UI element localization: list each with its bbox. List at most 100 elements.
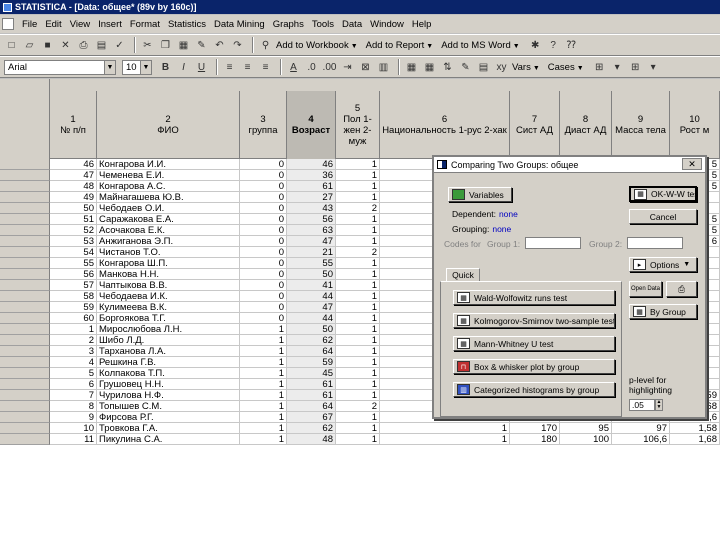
undo-icon[interactable]: ↶ bbox=[212, 38, 227, 53]
cell-row-number[interactable]: 9 bbox=[50, 412, 97, 423]
cell-row-number[interactable]: 59 bbox=[50, 302, 97, 313]
cell-group[interactable]: 1 bbox=[240, 379, 287, 390]
cell-fio[interactable]: Решкина Г.В. bbox=[97, 357, 240, 368]
cell-systolic[interactable]: 180 bbox=[510, 434, 560, 445]
cell-fio[interactable]: Кулимеева В.К. bbox=[97, 302, 240, 313]
row-header[interactable] bbox=[0, 379, 50, 390]
cell-fio[interactable]: Чебодаев О.И. bbox=[97, 203, 240, 214]
cell-group[interactable]: 0 bbox=[240, 313, 287, 324]
cell-fio[interactable]: Пикулина С.А. bbox=[97, 434, 240, 445]
cell-age[interactable]: 44 bbox=[287, 291, 336, 302]
cell-sex[interactable]: 1 bbox=[336, 423, 380, 434]
cell-sex[interactable]: 1 bbox=[336, 181, 380, 192]
menu-edit[interactable]: Edit bbox=[41, 19, 65, 30]
chevron-down-icon[interactable]: ▾ bbox=[610, 60, 625, 75]
cell-fio[interactable]: Анжиганова Э.П. bbox=[97, 236, 240, 247]
font-color-icon[interactable]: A bbox=[286, 60, 301, 75]
marker-icon[interactable]: ✎ bbox=[458, 60, 473, 75]
cell-row-number[interactable]: 47 bbox=[50, 170, 97, 181]
cell-group[interactable]: 1 bbox=[240, 390, 287, 401]
cell-fio[interactable]: Чистанов Т.О. bbox=[97, 247, 240, 258]
cell-group[interactable]: 1 bbox=[240, 412, 287, 423]
cell-sex[interactable]: 2 bbox=[336, 401, 380, 412]
variable-specs-icon[interactable]: ▥ bbox=[376, 60, 391, 75]
cell-fio[interactable]: Асочакова Е.К. bbox=[97, 225, 240, 236]
column-header-9[interactable]: 9 Масса тела bbox=[612, 91, 670, 159]
cell-age[interactable]: 36 bbox=[287, 170, 336, 181]
grid-icon[interactable]: ▦ bbox=[404, 60, 419, 75]
variables-button[interactable]: Variables bbox=[448, 187, 512, 202]
cell-height[interactable]: 1,68 bbox=[670, 434, 720, 445]
cell-age[interactable]: 55 bbox=[287, 258, 336, 269]
cell-age[interactable]: 64 bbox=[287, 401, 336, 412]
cell-age[interactable]: 62 bbox=[287, 335, 336, 346]
cell-group[interactable]: 0 bbox=[240, 280, 287, 291]
cell-group[interactable]: 1 bbox=[240, 346, 287, 357]
cell-group[interactable]: 1 bbox=[240, 401, 287, 412]
cell-sex[interactable]: 1 bbox=[336, 291, 380, 302]
row-header[interactable] bbox=[0, 423, 50, 434]
cell-row-number[interactable]: 10 bbox=[50, 423, 97, 434]
row-header[interactable] bbox=[0, 236, 50, 247]
format-painter-icon[interactable]: ✎ bbox=[194, 38, 209, 53]
document-icon[interactable] bbox=[2, 18, 14, 30]
cell-age[interactable]: 63 bbox=[287, 225, 336, 236]
underline-icon[interactable]: U bbox=[194, 60, 209, 75]
add-to-report-button[interactable]: Add to Report ▼ bbox=[366, 40, 434, 51]
column-header-2[interactable]: 2 ФИО bbox=[97, 91, 240, 159]
italic-icon[interactable]: I bbox=[176, 60, 191, 75]
menu-graphs[interactable]: Graphs bbox=[269, 19, 308, 30]
align-right-icon[interactable]: ≡ bbox=[258, 60, 273, 75]
cell-row-number[interactable]: 46 bbox=[50, 159, 97, 170]
cell-fio[interactable]: Чеменева Е.И. bbox=[97, 170, 240, 181]
column-header-8[interactable]: 8 Диаст АД bbox=[560, 91, 612, 159]
row-header[interactable] bbox=[0, 401, 50, 412]
context-help-icon[interactable]: ⁇ bbox=[564, 38, 579, 53]
select-all-icon[interactable]: ⊠ bbox=[358, 60, 373, 75]
row-header[interactable] bbox=[0, 192, 50, 203]
print-preview-icon[interactable]: ▤ bbox=[94, 38, 109, 53]
cell-nationality[interactable]: 1 bbox=[380, 423, 510, 434]
row-header[interactable] bbox=[0, 181, 50, 192]
cell-sex[interactable]: 1 bbox=[336, 225, 380, 236]
row-header[interactable] bbox=[0, 291, 50, 302]
cell-age[interactable]: 59 bbox=[287, 357, 336, 368]
shading-icon[interactable]: ⊞ bbox=[628, 60, 643, 75]
cell-fio[interactable]: Конгарова И.И. bbox=[97, 159, 240, 170]
cell-age[interactable]: 61 bbox=[287, 390, 336, 401]
cell-fio[interactable]: Саражакова Е.А. bbox=[97, 214, 240, 225]
cell-fio[interactable]: Шибо Л.Д. bbox=[97, 335, 240, 346]
column-header-6[interactable]: 6 Национальность 1-рус 2-хак bbox=[380, 91, 510, 159]
cell-age[interactable]: 27 bbox=[287, 192, 336, 203]
menu-help[interactable]: Help bbox=[408, 19, 436, 30]
row-header[interactable] bbox=[0, 247, 50, 258]
by-group-button[interactable]: ▦ By Group bbox=[629, 304, 697, 319]
cell-group[interactable]: 1 bbox=[240, 324, 287, 335]
cell-fio[interactable]: Боргоякова Т.Г. bbox=[97, 313, 240, 324]
cell-group[interactable]: 0 bbox=[240, 203, 287, 214]
close-icon[interactable]: ✕ bbox=[682, 158, 702, 170]
cell-diastolic[interactable]: 95 bbox=[560, 423, 612, 434]
spin-arrows-icon[interactable]: ▲ ▼ bbox=[655, 399, 663, 411]
menu-view[interactable]: View bbox=[66, 19, 94, 30]
menu-statistics[interactable]: Statistics bbox=[164, 19, 210, 30]
cell-group[interactable]: 0 bbox=[240, 258, 287, 269]
cell-group[interactable]: 1 bbox=[240, 423, 287, 434]
cell-row-number[interactable]: 5 bbox=[50, 368, 97, 379]
column-header-4[interactable]: 4 Возраст bbox=[287, 91, 336, 159]
cell-fio[interactable]: Мирослюбова Л.Н. bbox=[97, 324, 240, 335]
help-question-icon[interactable]: ? bbox=[546, 38, 561, 53]
binoculars-icon[interactable]: ⚲ bbox=[258, 38, 273, 53]
cell-group[interactable]: 0 bbox=[240, 236, 287, 247]
cell-sex[interactable]: 1 bbox=[336, 159, 380, 170]
cell-age[interactable]: 44 bbox=[287, 313, 336, 324]
cell-mass[interactable]: 97 bbox=[612, 423, 670, 434]
cell-systolic[interactable]: 170 bbox=[510, 423, 560, 434]
cut-icon[interactable]: ✂ bbox=[140, 38, 155, 53]
cases-menu-button[interactable]: Cases ▼ bbox=[548, 62, 584, 73]
cell-row-number[interactable]: 53 bbox=[50, 236, 97, 247]
cell-row-number[interactable]: 54 bbox=[50, 247, 97, 258]
row-header[interactable] bbox=[0, 335, 50, 346]
cell-sex[interactable]: 2 bbox=[336, 203, 380, 214]
sort-icon[interactable]: ⇅ bbox=[440, 60, 455, 75]
